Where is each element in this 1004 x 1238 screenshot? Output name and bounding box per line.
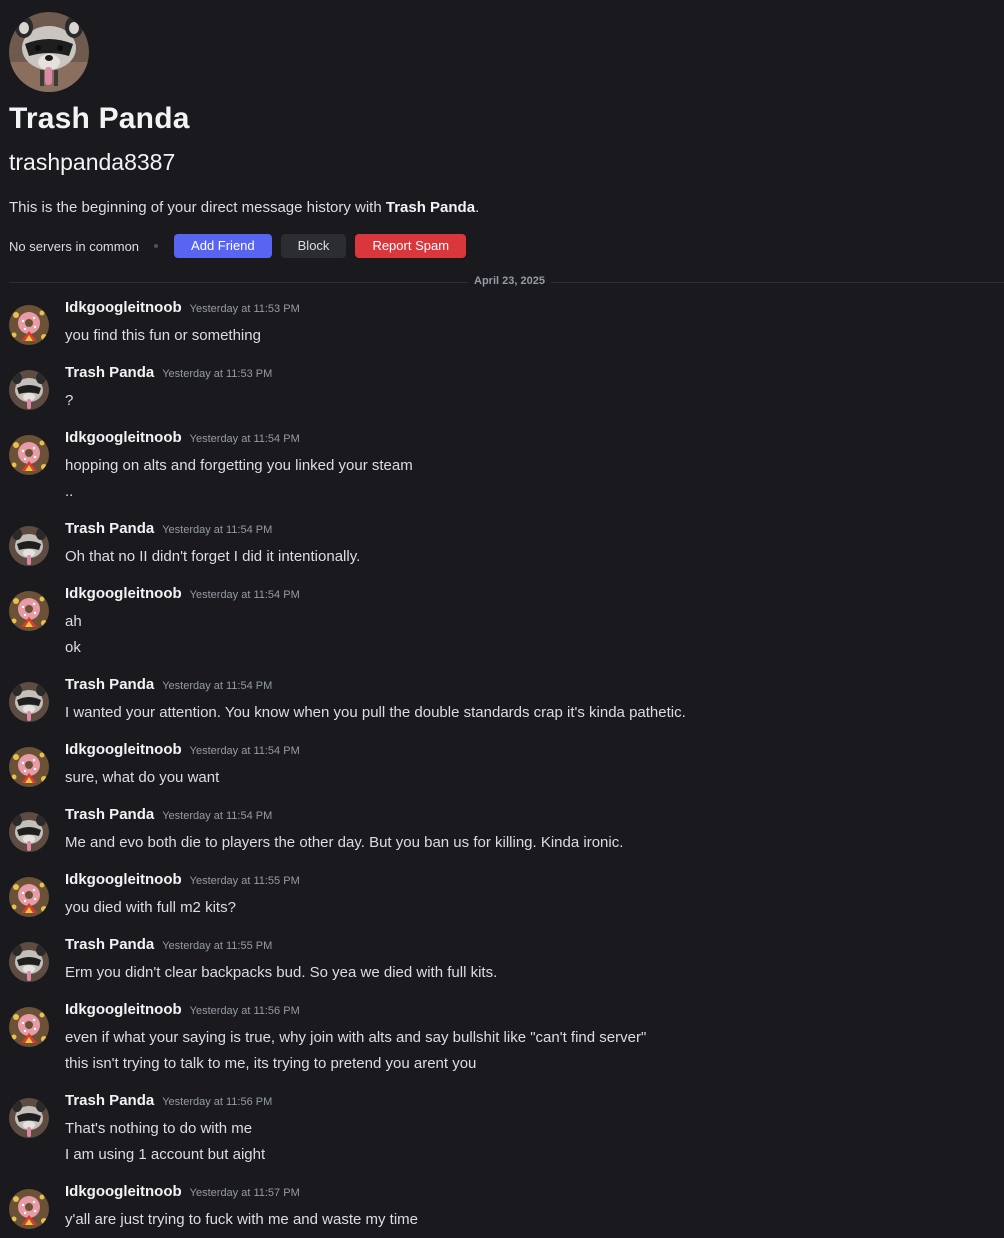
message-content: ah: [65, 613, 82, 630]
message-content: That's nothing to do with me: [65, 1120, 253, 1137]
message-content: y'all are just trying to fuck with me an…: [65, 1211, 418, 1228]
message-header: Idkgoogleitnoob Yesterday at 11:57 PM: [65, 1183, 300, 1201]
message-author[interactable]: Idkgoogleitnoob: [65, 1183, 182, 1200]
message-content: even if what your saying is true, why jo…: [65, 1029, 647, 1046]
message-header: Idkgoogleitnoob Yesterday at 11:56 PM: [65, 1001, 300, 1019]
report-spam-button[interactable]: Report Spam: [355, 234, 467, 258]
message-timestamp: Yesterday at 11:54 PM: [189, 589, 300, 601]
separator-dot: [154, 244, 159, 248]
message-header: Trash Panda Yesterday at 11:54 PM: [65, 520, 272, 538]
idkgoogleitnoob-avatar[interactable]: [9, 747, 49, 787]
dm-intro-text: This is the beginning of your direct mes…: [9, 199, 479, 216]
block-button[interactable]: Block: [280, 234, 347, 258]
message-header: Idkgoogleitnoob Yesterday at 11:55 PM: [65, 871, 300, 889]
trash-panda-avatar[interactable]: [9, 526, 49, 566]
message-timestamp: Yesterday at 11:54 PM: [162, 810, 273, 822]
date-divider-label: April 23, 2025: [468, 275, 551, 287]
message-author[interactable]: Trash Panda: [65, 364, 154, 381]
message-content: ok: [65, 639, 81, 656]
message-header: Trash Panda Yesterday at 11:53 PM: [65, 364, 272, 382]
trash-panda-avatar[interactable]: [9, 682, 49, 722]
mutual-servers-text: No servers in common: [9, 238, 140, 254]
message-author[interactable]: Idkgoogleitnoob: [65, 741, 182, 758]
message-content: Oh that no II didn't forget I did it int…: [65, 548, 361, 565]
message-author[interactable]: Trash Panda: [65, 676, 154, 693]
idkgoogleitnoob-avatar[interactable]: [9, 877, 49, 917]
message-content: this isn't trying to talk to me, its try…: [65, 1055, 477, 1072]
message-author[interactable]: Idkgoogleitnoob: [65, 1001, 182, 1018]
message-content: I am using 1 account but aight: [65, 1146, 266, 1163]
message-header: Idkgoogleitnoob Yesterday at 11:54 PM: [65, 429, 300, 447]
idkgoogleitnoob-avatar[interactable]: [9, 591, 49, 631]
message-timestamp: Yesterday at 11:54 PM: [189, 745, 300, 757]
message-timestamp: Yesterday at 11:54 PM: [189, 433, 300, 445]
message-timestamp: Yesterday at 11:55 PM: [162, 940, 273, 952]
trash-panda-avatar[interactable]: [9, 1098, 49, 1138]
add-friend-button[interactable]: Add Friend: [174, 234, 272, 258]
message-content: you find this fun or something: [65, 327, 261, 344]
dm-profile-header: Trash Panda trashpanda8387 This is the b…: [9, 12, 999, 258]
message-timestamp: Yesterday at 11:56 PM: [189, 1005, 300, 1017]
profile-username: trashpanda8387: [9, 149, 176, 175]
profile-actions: No servers in common Add Friend Block Re…: [9, 234, 475, 258]
dm-intro-suffix: .: [475, 199, 480, 216]
profile-avatar[interactable]: [9, 12, 89, 92]
message-header: Trash Panda Yesterday at 11:56 PM: [65, 1092, 272, 1110]
message-author[interactable]: Trash Panda: [65, 520, 154, 537]
message-author[interactable]: Trash Panda: [65, 936, 154, 953]
message-content: you died with full m2 kits?: [65, 899, 236, 916]
message-author[interactable]: Idkgoogleitnoob: [65, 429, 182, 446]
trash-panda-avatar[interactable]: [9, 812, 49, 852]
message-header: Trash Panda Yesterday at 11:55 PM: [65, 936, 272, 954]
profile-display-name: Trash Panda: [9, 102, 190, 135]
trash-panda-avatar[interactable]: [9, 942, 49, 982]
message-author[interactable]: Trash Panda: [65, 1092, 154, 1109]
message-header: Idkgoogleitnoob Yesterday at 11:54 PM: [65, 741, 300, 759]
message-timestamp: Yesterday at 11:54 PM: [162, 680, 273, 692]
message-content: ..: [65, 483, 74, 500]
message-content: I wanted your attention. You know when y…: [65, 704, 686, 721]
message-content: ?: [65, 392, 74, 409]
dm-intro-prefix: This is the beginning of your direct mes…: [9, 199, 386, 216]
message-timestamp: Yesterday at 11:57 PM: [189, 1187, 300, 1199]
message-header: Idkgoogleitnoob Yesterday at 11:53 PM: [65, 299, 300, 317]
message-content: sure, what do you want: [65, 769, 220, 786]
dm-intro-name: Trash Panda: [385, 199, 476, 216]
message-timestamp: Yesterday at 11:53 PM: [189, 303, 300, 315]
idkgoogleitnoob-avatar[interactable]: [9, 1189, 49, 1229]
raccoon-avatar-image: [9, 12, 89, 92]
dm-channel: Trash Panda trashpanda8387 This is the b…: [0, 0, 1004, 1238]
idkgoogleitnoob-avatar[interactable]: [9, 1007, 49, 1047]
idkgoogleitnoob-avatar[interactable]: [9, 305, 49, 345]
message-author[interactable]: Trash Panda: [65, 806, 154, 823]
message-timestamp: Yesterday at 11:56 PM: [162, 1096, 273, 1108]
message-author[interactable]: Idkgoogleitnoob: [65, 585, 182, 602]
message-author[interactable]: Idkgoogleitnoob: [65, 299, 182, 316]
message-header: Trash Panda Yesterday at 11:54 PM: [65, 676, 272, 694]
message-content: Me and evo both die to players the other…: [65, 834, 624, 851]
message-content: Erm you didn't clear backpacks bud. So y…: [65, 964, 498, 981]
message-author[interactable]: Idkgoogleitnoob: [65, 871, 182, 888]
message-content: hopping on alts and forgetting you linke…: [65, 457, 413, 474]
trash-panda-avatar[interactable]: [9, 370, 49, 410]
message-header: Idkgoogleitnoob Yesterday at 11:54 PM: [65, 585, 300, 603]
message-timestamp: Yesterday at 11:53 PM: [162, 368, 273, 380]
idkgoogleitnoob-avatar[interactable]: [9, 435, 49, 475]
message-timestamp: Yesterday at 11:55 PM: [189, 875, 300, 887]
message-timestamp: Yesterday at 11:54 PM: [162, 524, 273, 536]
message-header: Trash Panda Yesterday at 11:54 PM: [65, 806, 272, 824]
